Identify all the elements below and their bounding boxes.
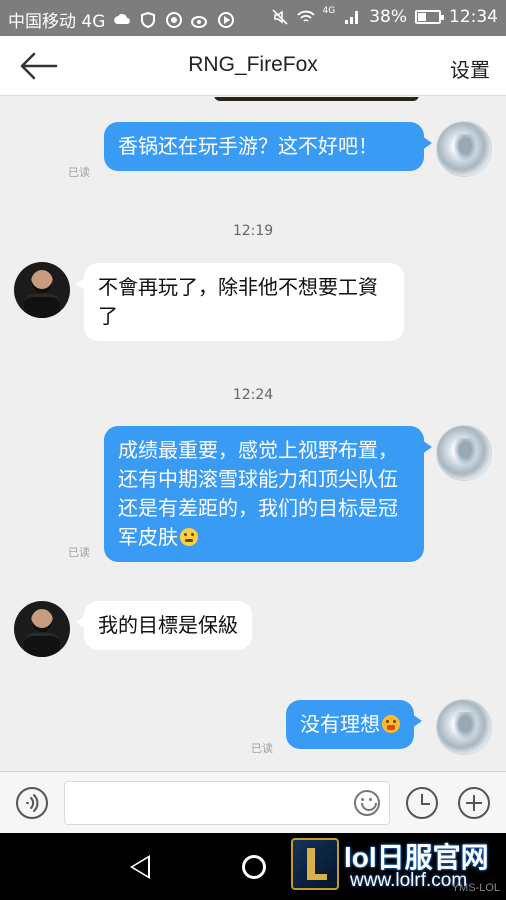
battery-icon xyxy=(415,10,444,24)
message-list[interactable]: 香锅还在玩手游？这不好吧！ 已读 12:19 不會再玩了，除非他不想要工資了 1… xyxy=(0,97,506,771)
my-avatar[interactable] xyxy=(436,121,492,177)
chat-header: RNG_FireFox 设置 xyxy=(0,36,506,96)
message-text: 成绩最重要，感觉上视野布置，还有中期滚雪球能力和顶尖队伍还是有差距的，我们的目标… xyxy=(118,438,398,549)
watermark-corner: YMS-LOL xyxy=(451,882,500,894)
home-nav-icon[interactable] xyxy=(242,855,266,879)
message-input[interactable] xyxy=(64,781,390,825)
image-message[interactable] xyxy=(214,97,419,101)
play-icon xyxy=(218,11,235,28)
read-receipt: 已读 xyxy=(68,166,90,179)
thinking-emoji-icon xyxy=(180,528,198,546)
read-receipt: 已读 xyxy=(251,742,273,755)
outgoing-message-bubble[interactable]: 香锅还在玩手游？这不好吧！ xyxy=(104,122,432,171)
outgoing-message-bubble[interactable]: 成绩最重要，感觉上视野布置，还有中期滚雪球能力和顶尖队伍还是有差距的，我们的目标… xyxy=(104,426,432,562)
network-badge: 4G xyxy=(322,6,336,16)
league-logo-watermark xyxy=(291,838,339,890)
my-avatar[interactable] xyxy=(436,699,492,755)
timestamp: 12:24 xyxy=(232,387,274,403)
mute-icon xyxy=(271,9,288,25)
clock-icon[interactable] xyxy=(406,787,438,819)
carrier-label: 中国移动 4G xyxy=(8,12,106,32)
incoming-message-bubble[interactable]: 我的目標是保級 xyxy=(76,601,252,650)
chat-title: RNG_FireFox xyxy=(188,53,318,76)
emoji-picker-icon[interactable] xyxy=(354,790,380,816)
weibo-icon xyxy=(191,15,208,28)
watermark-url: www.lolrf.com xyxy=(350,870,468,891)
outgoing-message-bubble[interactable]: 没有理想 xyxy=(286,700,422,749)
shield-icon xyxy=(141,11,156,28)
plus-icon[interactable] xyxy=(458,787,490,819)
my-avatar[interactable] xyxy=(436,425,492,481)
contact-avatar[interactable] xyxy=(14,262,70,318)
clock: 12:34 xyxy=(449,7,498,27)
crying-emoji-icon xyxy=(382,715,400,733)
timestamp: 12:19 xyxy=(232,223,274,239)
incoming-message-bubble[interactable]: 不會再玩了，除非他不想要工資了 xyxy=(76,263,404,341)
read-receipt: 已读 xyxy=(68,546,90,559)
battery-percent: 38% xyxy=(369,7,407,27)
weather-icon xyxy=(114,13,131,24)
signal-icon xyxy=(345,11,359,24)
message-text: 没有理想 xyxy=(300,712,380,736)
status-bar: 中国移动 4G 4G 38% 12:34 xyxy=(0,0,506,36)
voice-input-icon[interactable] xyxy=(16,787,48,819)
wifi-icon xyxy=(296,10,315,22)
input-bar xyxy=(0,771,506,833)
back-nav-icon[interactable] xyxy=(130,855,150,879)
qq-icon xyxy=(166,11,183,28)
contact-avatar[interactable] xyxy=(14,601,70,657)
settings-button[interactable]: 设置 xyxy=(450,54,490,83)
